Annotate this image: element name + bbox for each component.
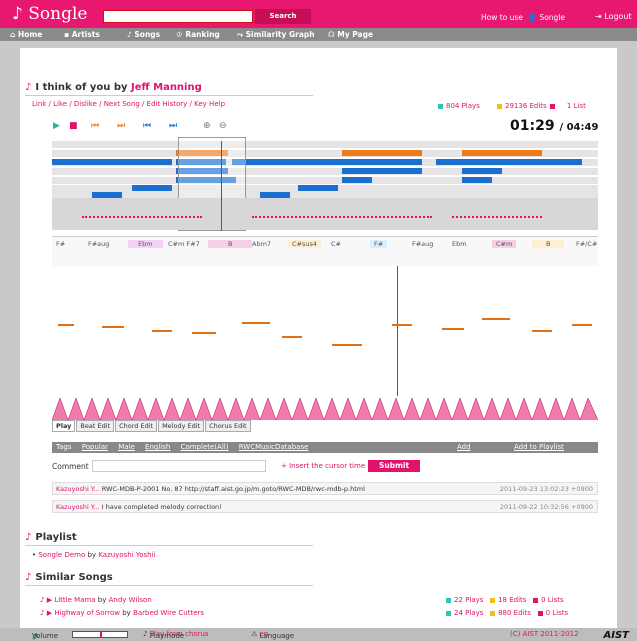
playlist-heading: ♪ Playlist: [25, 532, 313, 546]
next-chorus-button[interactable]: ⏭: [117, 121, 125, 131]
artist-link[interactable]: Jeff Manning: [131, 82, 202, 93]
prev-repeat-button[interactable]: ⏮: [143, 121, 151, 131]
edits-stat[interactable]: 29136 Edits: [497, 102, 547, 110]
tag-male[interactable]: Male: [118, 443, 135, 451]
tag-popular[interactable]: Popular: [82, 443, 108, 451]
tab-chord-edit[interactable]: Chord Edit: [115, 420, 158, 432]
search-button[interactable]: Search: [255, 9, 311, 24]
zoom-in-icon[interactable]: ⊕: [203, 121, 211, 131]
nav-songs[interactable]: ♪ Songs: [127, 30, 160, 39]
prev-chorus-button[interactable]: ⏮: [91, 121, 99, 131]
similar-song-item[interactable]: ♪ ▶ Highway of Sorrow by Barbed Wire Cut…: [40, 609, 204, 617]
logout-link[interactable]: ⇥ Logout: [595, 12, 632, 21]
play-button[interactable]: ▶: [53, 121, 60, 131]
songle-logo[interactable]: ♪ Songle: [12, 4, 87, 24]
nav-bar: ⌂ Home ▪ Artists ♪ Songs ♔ Ranking ⤳ Sim…: [0, 28, 637, 41]
comment-label: Comment: [52, 462, 89, 471]
copyright: (C) AIST 2011-2012: [510, 630, 579, 638]
submit-button[interactable]: Submit: [368, 460, 420, 472]
comment-input[interactable]: [92, 460, 266, 472]
nav-my-page[interactable]: ☊ My Page: [328, 30, 373, 39]
tab-beat-edit[interactable]: Beat Edit: [76, 420, 115, 432]
zoom-out-icon[interactable]: ⊖: [219, 121, 227, 131]
aist-logo: AIST: [603, 630, 629, 641]
song-title-heading: ♪ I think of you by Jeff Manning: [25, 82, 313, 96]
bottom-bar: 🔈 Volume ♪ Playmode Play from chorus ⚠ L…: [0, 628, 637, 641]
add-tag-button[interactable]: Add: [457, 443, 471, 451]
tab-chorus-edit[interactable]: Chorus Edit: [205, 420, 251, 432]
stop-button[interactable]: ■: [69, 121, 78, 131]
nav-similarity-graph[interactable]: ⤳ Similarity Graph: [237, 30, 315, 40]
plays-stat[interactable]: 804 Plays: [438, 102, 480, 110]
beat-triangles: [52, 397, 598, 420]
lists-stat[interactable]: 1 List: [550, 102, 586, 110]
tag-rwc[interactable]: RWCMusicDatabase: [239, 443, 309, 451]
similar-songs-heading: ♪ Similar Songs: [25, 572, 313, 586]
song-links[interactable]: Link / Like / Dislike / Next Song / Edit…: [32, 100, 225, 108]
edit-tabs: Play Beat Edit Chord Edit Melody Edit Chorus…: [52, 420, 252, 432]
next-repeat-button[interactable]: ⏭: [169, 121, 177, 131]
volume-slider[interactable]: [72, 631, 128, 638]
add-to-playlist-button[interactable]: Add to Playlist: [514, 443, 564, 451]
insert-cursor-time-link[interactable]: + Insert the cursor time: [281, 462, 365, 470]
playhead-overview: [221, 141, 222, 231]
tags-bar: Tags Popular Male English Complete(All) …: [52, 442, 598, 453]
tab-melody-edit[interactable]: Melody Edit: [158, 420, 205, 432]
chord-lane: F# F#aug Ebm C#m F#7 B Abm7 C#sus4 C# F#…: [52, 236, 598, 266]
comment-row: Kazuyoshi Y... RWC-MDB-P-2001 No. 87 htt…: [52, 482, 598, 495]
how-to-use-link[interactable]: How to use 👤 Songle: [481, 13, 565, 22]
playlist-item: • Songle Demo by Kazuyoshi Yoshii: [32, 551, 156, 559]
similar-song-item[interactable]: ♪ ▶ Little Mama by Andy Wilson: [40, 596, 152, 604]
top-bar: ♪ Songle Search How to use 👤 Songle ⇥ Lo…: [0, 0, 637, 28]
melody-pianoroll: [52, 266, 598, 396]
time-display: 01:29 / 04:49: [510, 118, 599, 134]
nav-ranking[interactable]: ♔ Ranking: [176, 30, 220, 39]
tag-english[interactable]: English: [145, 443, 170, 451]
comment-row: Kazuyoshi Y... I have completed melody c…: [52, 500, 598, 513]
search-input[interactable]: [103, 10, 253, 23]
melody-overview: [52, 198, 598, 230]
nav-artists[interactable]: ▪ Artists: [64, 30, 100, 39]
nav-home[interactable]: ⌂ Home: [10, 30, 42, 39]
user-icon: 👤: [527, 13, 538, 22]
tab-play[interactable]: Play: [52, 420, 76, 432]
playhead: [397, 266, 398, 396]
tag-complete[interactable]: Complete(All): [181, 443, 229, 451]
